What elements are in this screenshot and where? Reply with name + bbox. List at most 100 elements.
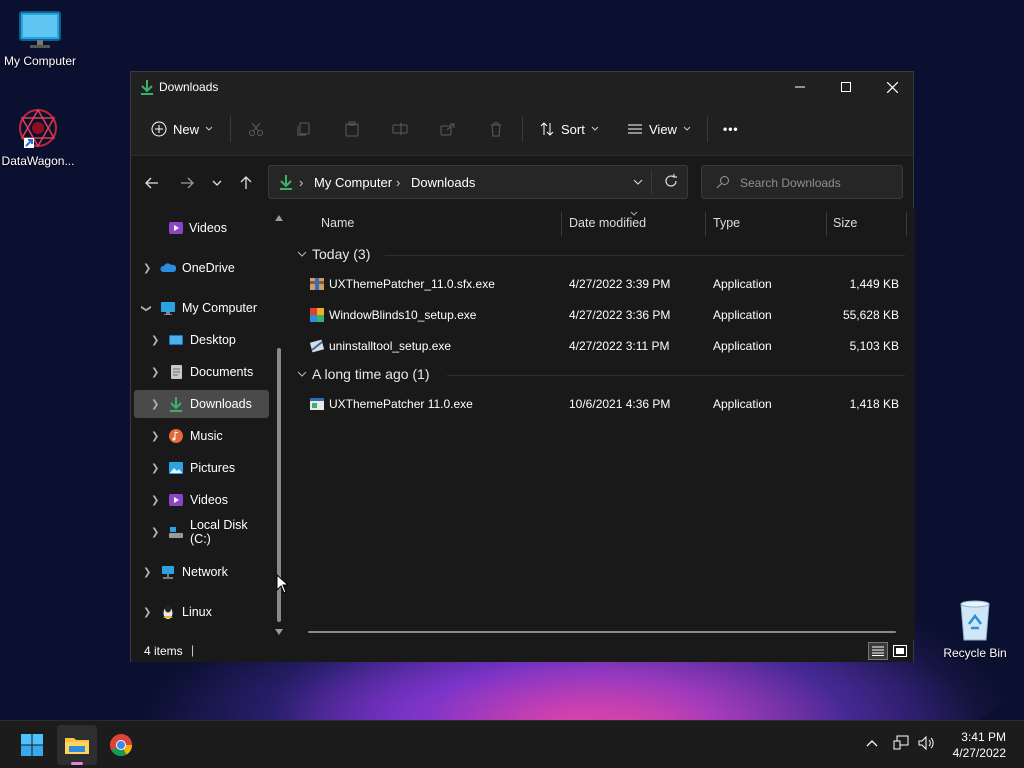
column-divider[interactable]: [561, 212, 562, 236]
nav-item-my-computer[interactable]: ❯ My Computer: [134, 294, 269, 322]
rename-button[interactable]: [392, 118, 408, 140]
active-app-indicator: [71, 762, 83, 765]
network-tray-button[interactable]: [893, 735, 909, 754]
column-header-name[interactable]: Name: [321, 216, 354, 230]
breadcrumb-downloads[interactable]: Downloads: [411, 175, 475, 190]
column-divider[interactable]: [705, 212, 706, 236]
back-button[interactable]: [141, 172, 163, 194]
chevron-right-icon[interactable]: ❯: [151, 335, 159, 346]
new-button[interactable]: New: [151, 118, 213, 140]
nav-item-videos-top[interactable]: Videos: [134, 214, 269, 242]
delete-button[interactable]: [488, 118, 504, 140]
forward-button[interactable]: [176, 172, 198, 194]
show-hidden-icons-button[interactable]: [866, 735, 878, 751]
horizontal-scrollbar[interactable]: [308, 631, 896, 633]
details-view-button[interactable]: [868, 642, 888, 660]
system-clock[interactable]: 3:41 PM 4/27/2022: [953, 729, 1006, 761]
breadcrumb-my-computer[interactable]: My Computer: [314, 175, 392, 190]
nav-item-music[interactable]: ❯ Music: [134, 422, 269, 450]
table-row[interactable]: uninstalltool_setup.exe 4/27/2022 3:11 P…: [303, 332, 903, 360]
close-button[interactable]: [869, 72, 915, 102]
view-button[interactable]: View: [627, 118, 691, 140]
linux-icon: [163, 605, 173, 619]
column-divider[interactable]: [826, 212, 827, 236]
chevron-right-icon[interactable]: ❯: [143, 567, 151, 578]
nav-item-downloads[interactable]: ❯ Downloads: [134, 390, 269, 418]
desktop-icon-my-computer[interactable]: My Computer: [0, 10, 80, 68]
more-options-button[interactable]: •••: [723, 118, 739, 140]
chevron-down-icon[interactable]: ❯: [141, 304, 152, 312]
table-row[interactable]: UXThemePatcher_11.0.sfx.exe 4/27/2022 3:…: [303, 270, 903, 298]
sort-button[interactable]: Sort: [539, 118, 599, 140]
desktop-icon: [169, 335, 183, 345]
group-collapse-icon[interactable]: [297, 250, 307, 258]
column-header-size[interactable]: Size: [833, 216, 857, 230]
chevron-right-icon[interactable]: ❯: [143, 607, 151, 618]
nav-item-videos[interactable]: ❯ Videos: [134, 486, 269, 514]
chevron-down-icon: [205, 126, 213, 131]
chevron-right-icon[interactable]: ❯: [151, 431, 159, 442]
scroll-up-icon[interactable]: [275, 214, 283, 222]
scroll-down-icon[interactable]: [275, 628, 283, 636]
window-title: Downloads: [159, 80, 219, 94]
chevron-right-icon[interactable]: ❯: [143, 263, 151, 274]
nav-item-onedrive[interactable]: ❯ OneDrive: [134, 254, 269, 282]
details-view-icon: [872, 646, 884, 656]
nav-item-linux[interactable]: ❯ Linux: [134, 598, 269, 626]
group-header-long-ago[interactable]: A long time ago (1): [312, 366, 430, 382]
copy-button[interactable]: [296, 118, 312, 140]
desktop-icon-datawagon[interactable]: DataWagon...: [0, 106, 78, 168]
file-type: Application: [713, 339, 772, 353]
nav-item-desktop[interactable]: ❯ Desktop: [134, 326, 269, 354]
paste-button[interactable]: [344, 118, 360, 140]
file-explorer-window: Downloads New Sort View ••• › My Compute…: [130, 71, 915, 662]
refresh-icon[interactable]: [664, 174, 678, 188]
search-box[interactable]: [701, 165, 903, 199]
windows-logo-icon: [21, 734, 43, 756]
table-row[interactable]: WindowBlinds10_setup.exe 4/27/2022 3:36 …: [303, 301, 903, 329]
taskbar-file-explorer[interactable]: [57, 725, 97, 765]
chevron-right-icon[interactable]: ❯: [151, 399, 159, 410]
desktop-icon-recycle-bin[interactable]: Recycle Bin: [935, 598, 1015, 660]
cut-button[interactable]: [248, 118, 264, 140]
chevron-right-icon[interactable]: ❯: [151, 463, 159, 474]
column-header-type[interactable]: Type: [713, 216, 740, 230]
volume-tray-button[interactable]: [918, 735, 936, 754]
chevron-right-icon[interactable]: ❯: [151, 495, 159, 506]
column-divider[interactable]: [906, 212, 907, 236]
nav-item-documents[interactable]: ❯ Documents: [134, 358, 269, 386]
nav-item-local-disk[interactable]: ❯ Local Disk (C:): [134, 518, 269, 546]
up-button[interactable]: [235, 172, 257, 194]
address-bar[interactable]: › My Computer › Downloads: [268, 165, 688, 199]
taskbar-chrome[interactable]: [101, 725, 141, 765]
nav-item-pictures[interactable]: ❯ Pictures: [134, 454, 269, 482]
clipboard-icon: [345, 121, 359, 137]
maximize-icon: [841, 82, 851, 92]
share-button[interactable]: [440, 118, 456, 140]
start-button[interactable]: [12, 725, 52, 765]
downloads-icon: [141, 80, 153, 95]
large-icons-view-button[interactable]: [890, 642, 910, 660]
maximize-button[interactable]: [823, 72, 869, 102]
file-date: 4/27/2022 3:11 PM: [569, 339, 670, 353]
table-row[interactable]: UXThemePatcher 11.0.exe 10/6/2021 4:36 P…: [303, 390, 903, 418]
file-list-pane: Name Date modified Type Size Today (3) U…: [289, 208, 915, 640]
command-separator: [707, 116, 708, 142]
file-type: Application: [713, 397, 772, 411]
file-type: Application: [713, 308, 772, 322]
share-icon: [440, 123, 455, 136]
nav-item-network[interactable]: ❯ Network: [134, 558, 269, 586]
column-header-date[interactable]: Date modified: [569, 216, 646, 230]
chevron-down-icon: [683, 126, 691, 131]
group-collapse-icon[interactable]: [297, 370, 307, 378]
title-bar[interactable]: Downloads: [131, 72, 913, 102]
chevron-right-icon[interactable]: ❯: [151, 367, 159, 378]
plus-circle-icon: [151, 121, 167, 137]
chevron-right-icon[interactable]: ❯: [151, 527, 159, 538]
search-input[interactable]: [740, 174, 890, 192]
group-header-today[interactable]: Today (3): [312, 246, 370, 262]
recent-locations-button[interactable]: [206, 172, 228, 194]
minimize-button[interactable]: [777, 72, 823, 102]
chevron-down-icon[interactable]: [633, 178, 643, 186]
taskbar: 3:41 PM 4/27/2022: [0, 720, 1024, 768]
